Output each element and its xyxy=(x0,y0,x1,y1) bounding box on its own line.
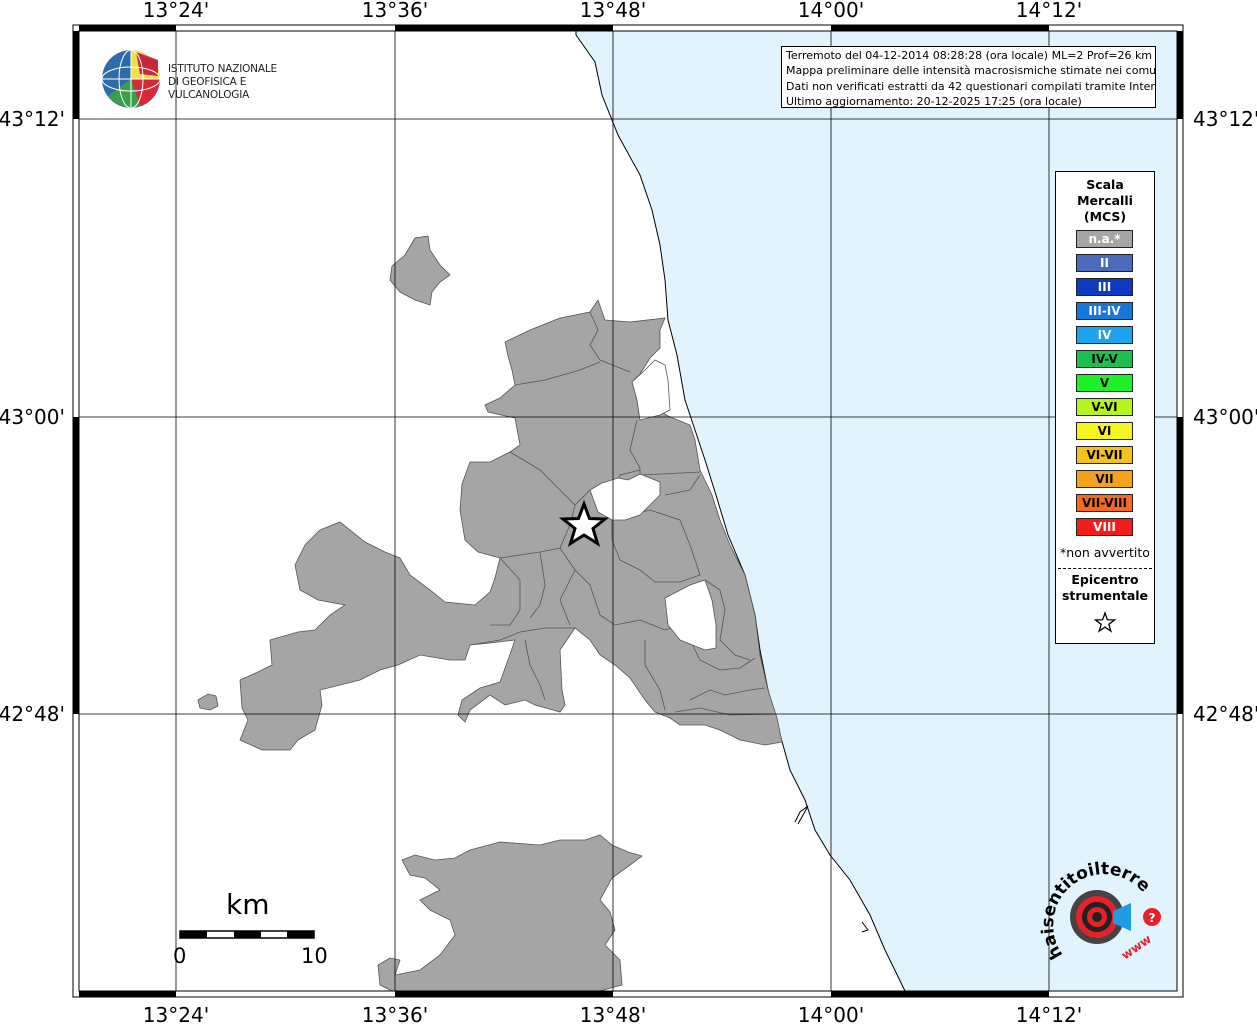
event-info-box: Terremoto del 04-12-2014 08:28:28 (ora l… xyxy=(781,46,1156,108)
mcs-legend: Scala Mercalli (MCS) n.a.* II III III-IV IV I… xyxy=(1055,171,1155,644)
legend-note: *non avvertito xyxy=(1060,545,1150,560)
lat-label: 42°48' xyxy=(1193,702,1257,726)
legend-item: II xyxy=(1076,254,1133,272)
event-info-line: Mappa preliminare delle intensità macros… xyxy=(786,64,1156,78)
legend-epicenter-label: Epicentro strumentale xyxy=(1056,572,1154,604)
lat-label: 42°48' xyxy=(0,702,65,726)
logo-line-2: DI GEOFISICA E VULCANOLOGIA xyxy=(168,76,250,101)
event-info-line: Dati non verificati estratti da 42 quest… xyxy=(786,79,1156,93)
lat-label: 43°00' xyxy=(0,405,65,429)
legend-item: VIII xyxy=(1076,518,1133,536)
lon-label: 13°48' xyxy=(580,0,646,22)
haisentito-www: www xyxy=(1119,932,1154,963)
lon-label: 14°12' xyxy=(1016,0,1082,22)
legend-title-line: (MCS) xyxy=(1083,209,1127,224)
lat-label: 43°00' xyxy=(1193,405,1257,429)
ingv-globe-icon xyxy=(101,49,161,109)
event-info-line: Ultimo aggiornamento: 20-12-2025 17:25 (… xyxy=(786,95,1082,108)
legend-epicenter-line: Epicentro xyxy=(1071,572,1139,587)
logo-line-1: ISTITUTO NAZIONALE xyxy=(168,63,277,75)
legend-item: VII-VIII xyxy=(1076,494,1133,512)
lon-label: 13°36' xyxy=(362,0,428,22)
legend-separator xyxy=(1058,568,1152,569)
legend-item: IV xyxy=(1076,326,1133,344)
legend-title-line: Scala xyxy=(1086,177,1124,192)
scale-start: 0 xyxy=(173,944,187,968)
legend-item: VII xyxy=(1076,470,1133,488)
event-info-line: Terremoto del 04-12-2014 08:28:28 (ora l… xyxy=(786,49,1153,62)
legend-item: V-VI xyxy=(1076,398,1133,416)
legend-title: Scala Mercalli (MCS) xyxy=(1056,177,1154,225)
lon-label: 13°48' xyxy=(580,1003,646,1024)
lat-label: 43°12' xyxy=(1193,107,1257,131)
legend-item: IV-V xyxy=(1076,350,1133,368)
legend-item: VI-VII xyxy=(1076,446,1133,464)
lon-label: 14°00' xyxy=(798,0,864,22)
latitude-labels-left: 43°12' 43°00' 42°48' xyxy=(0,107,65,726)
legend-item: III-IV xyxy=(1076,302,1133,320)
question-icon: ? xyxy=(1149,911,1156,925)
longitude-labels-bottom: 13°24' 13°36' 13°48' 14°00' 14°12' xyxy=(143,1003,1082,1024)
haisentito-logo[interactable]: haisentitoilterremoto.it ? www xyxy=(1035,855,1165,985)
scale-unit: km xyxy=(226,888,270,921)
lon-label: 14°12' xyxy=(1016,1003,1082,1024)
longitude-labels-top: 13°24' 13°36' 13°48' 14°00' 14°12' xyxy=(143,0,1082,22)
legend-item: n.a.* xyxy=(1076,230,1133,248)
scale-end: 10 xyxy=(301,944,328,968)
ingv-logo: ISTITUTO NAZIONALE DI GEOFISICA E VULCAN… xyxy=(100,48,330,110)
legend-epicenter-line: strumentale xyxy=(1061,588,1149,603)
lon-label: 13°24' xyxy=(143,0,209,22)
lon-label: 13°24' xyxy=(143,1003,209,1024)
latitude-labels-right: 43°12' 43°00' 42°48' xyxy=(1193,107,1257,726)
lon-label: 13°36' xyxy=(362,1003,428,1024)
scale-bar xyxy=(179,930,315,939)
legend-item: VI xyxy=(1076,422,1133,440)
lat-label: 43°12' xyxy=(0,107,65,131)
legend-star-icon xyxy=(1093,611,1117,633)
legend-item: III xyxy=(1076,278,1133,296)
lon-label: 14°00' xyxy=(798,1003,864,1024)
legend-title-line: Mercalli xyxy=(1077,193,1133,208)
legend-item: V xyxy=(1076,374,1133,392)
